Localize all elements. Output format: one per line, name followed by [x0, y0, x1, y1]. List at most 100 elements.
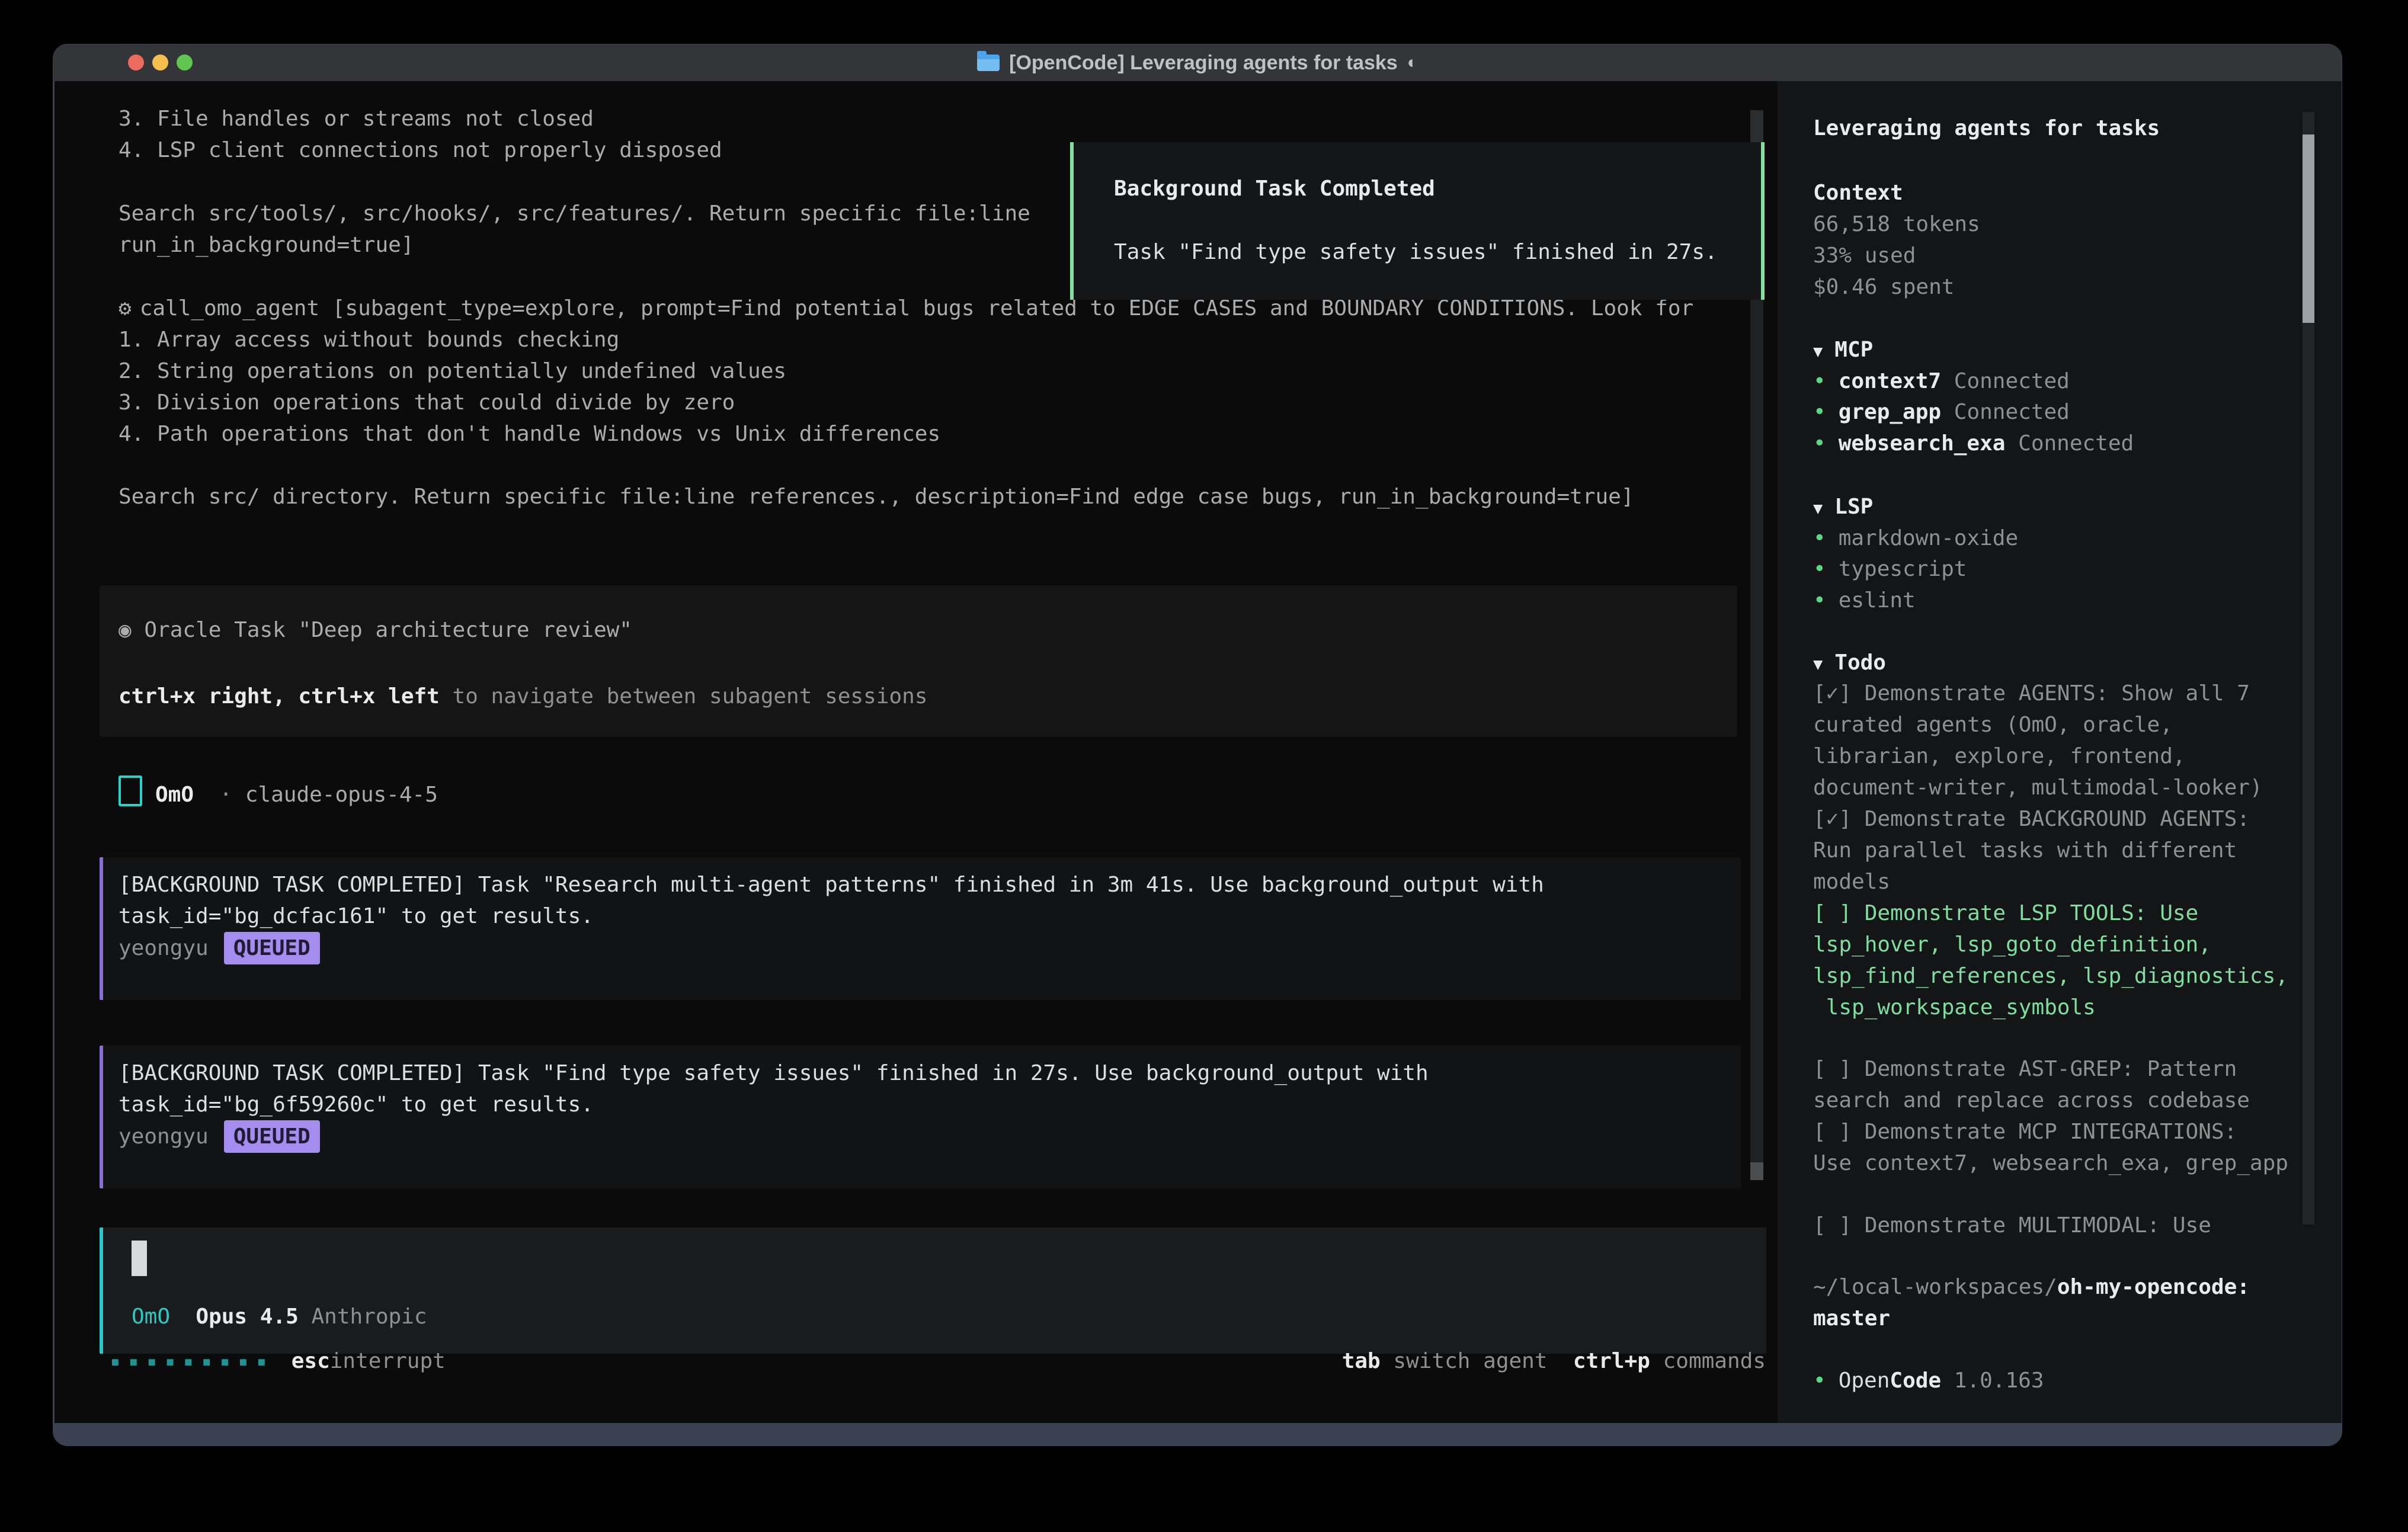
- agent-model: claude-opus-4-5: [245, 783, 438, 807]
- omo-agent-icon: [119, 775, 142, 806]
- username: yeongyu: [119, 1124, 209, 1149]
- mcp-section-header[interactable]: ▼ MCP: [1813, 334, 1873, 367]
- status-dot-icon: •: [1813, 1368, 1826, 1393]
- agent-name: OmO: [155, 783, 194, 807]
- ctrlp-key-label: commands: [1663, 1349, 1766, 1373]
- agent-session-header: OmO · claude-opus-4-5: [119, 775, 438, 810]
- mcp-item: •grep_app Connected: [1813, 396, 2070, 428]
- app-name-regular: Open: [1839, 1368, 1890, 1393]
- task-message-line2: task_id="bg_6f59260c" to get results.: [119, 1089, 594, 1120]
- workspace-branch: master: [1813, 1306, 1890, 1331]
- status-dot-icon: •: [1813, 431, 1826, 456]
- minimize-button[interactable]: [152, 55, 168, 70]
- radio-dot-icon: ◉: [119, 618, 132, 642]
- close-button[interactable]: [128, 55, 144, 70]
- scrollback-search-prompt-2: Search src/ directory. Return specific f…: [119, 481, 1634, 512]
- sidebar-scrollbar-thumb[interactable]: [2303, 134, 2314, 323]
- task-message-line2: task_id="bg_dcfac161" to get results.: [119, 900, 594, 932]
- oracle-task-title-line: ◉ Oracle Task "Deep architecture review": [119, 614, 632, 646]
- mcp-status: Connected: [1954, 400, 2070, 424]
- hint-keys: ctrl+x right, ctrl+x left: [119, 684, 440, 709]
- mcp-item: • context7 Connected: [1813, 366, 2070, 397]
- subagent-nav-hint: ctrl+x right, ctrl+x left to navigate be…: [119, 681, 927, 712]
- titlebar: [OpenCode] Leveraging agents for tasks ◐: [53, 44, 2342, 81]
- sidebar-scrollbar[interactable]: [2303, 112, 2314, 1225]
- scrollback-numbered-issues: 3. File handles or streams not closed 4.…: [119, 103, 722, 166]
- status-dot-icon: •: [1813, 400, 1826, 424]
- lsp-name: eslint: [1839, 588, 1916, 613]
- background-task-message[interactable]: [BACKGROUND TASK COMPLETED] Task "Find t…: [100, 1046, 1741, 1188]
- scrollbar-thumb[interactable]: [1750, 1162, 1763, 1180]
- mcp-heading: MCP: [1834, 338, 1873, 362]
- status-dot-icon: •: [1813, 557, 1826, 581]
- window-title-group: [OpenCode] Leveraging agents for tasks ◐: [977, 44, 1418, 81]
- lsp-item: •typescript: [1813, 553, 1967, 585]
- collapse-triangle-icon: ▼: [1813, 655, 1823, 674]
- status-bar-right: tab switch agent ctrl+p commands: [1342, 1345, 1766, 1377]
- screen: [OpenCode] Leveraging agents for tasks ◐…: [0, 0, 2408, 1532]
- status-bar-left: ▪▪▪▪▪▪▪▪▪ esc interrupt: [110, 1345, 446, 1377]
- session-title: Leveraging agents for tasks: [1813, 113, 2160, 144]
- username: yeongyu: [119, 936, 209, 960]
- lsp-section-header[interactable]: ▼LSP: [1813, 491, 1873, 524]
- prompt-input[interactable]: OmO Opus 4.5 Anthropic: [100, 1227, 1766, 1354]
- tab-key-hint: tab: [1342, 1349, 1381, 1373]
- spinner-dots-icon: ▪▪▪▪▪▪▪▪▪: [110, 1345, 275, 1377]
- mcp-name: context7: [1839, 369, 1941, 393]
- input-agent-name: OmO: [132, 1305, 170, 1329]
- task-message-line1: [BACKGROUND TASK COMPLETED] Task "Resear…: [119, 869, 1544, 900]
- gear-icon: ⚙: [119, 296, 132, 320]
- app-version-line: • OpenCode 1.0.163: [1813, 1365, 2044, 1396]
- lsp-item: • markdown-oxide: [1813, 523, 2018, 554]
- esc-key-label: interrupt: [330, 1345, 446, 1377]
- session-sidebar: Leveraging agents for tasks Context 66,5…: [1778, 81, 2342, 1424]
- todo-pending-items: [ ] Demonstrate AST-GREP: Pattern search…: [1813, 1053, 2288, 1179]
- status-badge: QUEUED: [224, 1120, 320, 1153]
- mcp-status: Connected: [2018, 431, 2134, 456]
- tool-call-text: call_omo_agent [subagent_type=explore, p…: [140, 296, 1694, 320]
- todo-pending-item-multimodal: [ ] Demonstrate MULTIMODAL: Use: [1813, 1210, 2211, 1241]
- toast-title: Background Task Completed: [1114, 173, 1435, 204]
- background-task-message[interactable]: [BACKGROUND TASK COMPLETED] Task "Resear…: [100, 857, 1741, 1000]
- scrollback-search-prompt-1: Search src/tools/, src/hooks/, src/featu…: [119, 198, 1030, 261]
- hint-text: to navigate between subagent sessions: [440, 684, 928, 709]
- text-cursor: [132, 1241, 147, 1276]
- collapse-triangle-icon: ▼: [1813, 499, 1823, 518]
- todo-active-item: [ ] Demonstrate LSP TOOLS: Use lsp_hover…: [1813, 898, 2288, 1023]
- progress-circle-icon: ◐: [1407, 44, 1418, 81]
- maximize-button[interactable]: [177, 55, 193, 70]
- ctrlp-key-hint: ctrl+p: [1573, 1349, 1650, 1373]
- app-name-bold: Code: [1890, 1368, 1941, 1393]
- window-footer-bar: [53, 1423, 2342, 1446]
- todo-section-header[interactable]: ▼Todo: [1813, 647, 1886, 680]
- status-dot-icon: •: [1813, 369, 1826, 393]
- scrollbar-top-cap: [1750, 110, 1763, 145]
- folder-icon: [977, 55, 1000, 71]
- workspace-repo: oh-my-opencode:: [2057, 1275, 2250, 1299]
- lsp-item: • eslint: [1813, 585, 1916, 616]
- separator-dot: ·: [219, 783, 232, 807]
- input-provider-name: Anthropic: [311, 1305, 427, 1329]
- input-model-name: Opus 4.5: [196, 1305, 298, 1329]
- status-dot-icon: •: [1813, 526, 1826, 550]
- window-title: [OpenCode] Leveraging agents for tasks: [1009, 44, 1398, 81]
- app-version-number: 1.0.163: [1954, 1368, 2044, 1393]
- workspace-path: ~/local-workspaces/oh-my-opencode:master: [1813, 1271, 2250, 1334]
- lsp-name: markdown-oxide: [1839, 526, 2018, 550]
- mcp-name: websearch_exa: [1839, 431, 2006, 456]
- collapse-triangle-icon: ▼: [1813, 342, 1823, 361]
- task-message-meta: yeongyu QUEUED: [119, 1120, 320, 1153]
- todo-done-items: [✓] Demonstrate AGENTS: Show all 7 curat…: [1813, 678, 2263, 898]
- background-task-toast[interactable]: Background Task Completed Task "Find typ…: [1070, 142, 1765, 300]
- status-dot-icon: •: [1813, 588, 1826, 613]
- task-message-meta: yeongyu QUEUED: [119, 932, 320, 964]
- oracle-task-title: Oracle Task "Deep architecture review": [144, 618, 632, 642]
- input-model-line: OmO Opus 4.5 Anthropic: [132, 1301, 427, 1332]
- context-stats: 66,518 tokens 33% used $0.46 spent: [1813, 209, 1980, 303]
- mcp-item: • websearch_exa Connected: [1813, 428, 2134, 459]
- mcp-status: Connected: [1954, 369, 2070, 393]
- task-message-line1: [BACKGROUND TASK COMPLETED] Task "Find t…: [119, 1057, 1429, 1089]
- oracle-task-card[interactable]: ◉ Oracle Task "Deep architecture review"…: [100, 585, 1737, 737]
- status-badge: QUEUED: [224, 932, 320, 964]
- esc-key-hint: esc: [292, 1345, 330, 1377]
